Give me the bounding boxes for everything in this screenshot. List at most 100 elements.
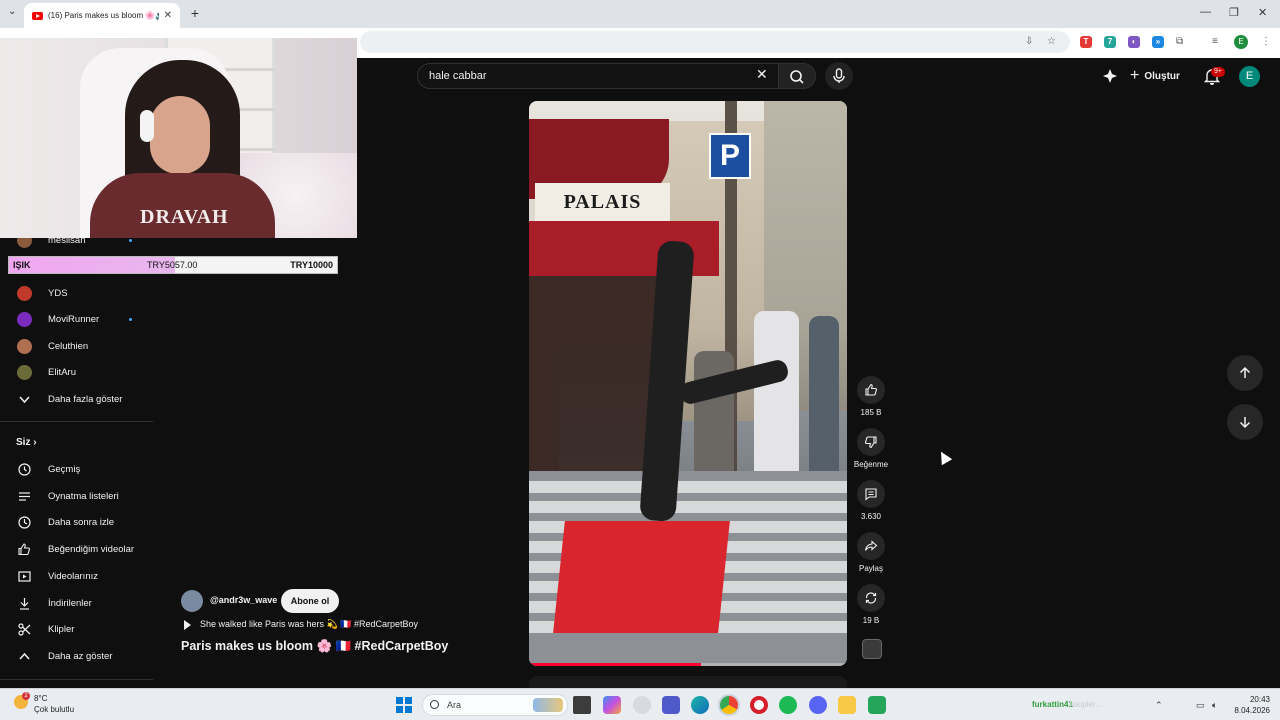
- show-more-button[interactable]: Daha fazla göster: [0, 386, 153, 412]
- extensions-puzzle-icon[interactable]: ⧉: [1176, 36, 1183, 47]
- sidebar-item-label: Klipler: [48, 624, 75, 636]
- subscription-label: YDS: [48, 288, 68, 299]
- video-person: [809, 316, 839, 486]
- task-view-icon[interactable]: [573, 696, 591, 714]
- windows-start-icon[interactable]: [396, 697, 412, 713]
- address-bar[interactable]: [360, 31, 1070, 53]
- restore-icon[interactable]: ❐: [1229, 6, 1239, 19]
- voice-search-button[interactable]: [825, 62, 853, 90]
- clear-search-icon[interactable]: ✕: [756, 66, 768, 83]
- downloads-icon: [20, 597, 29, 610]
- install-app-icon[interactable]: ⇩: [1025, 36, 1033, 47]
- chrome-browser-icon[interactable]: [720, 696, 738, 714]
- dislike-button[interactable]: Beğenme: [854, 428, 888, 469]
- you-section-header[interactable]: Siz ›: [16, 437, 37, 448]
- remix-button[interactable]: 19 B: [856, 584, 886, 625]
- remix-icon: [865, 592, 877, 604]
- channel-avatar: [17, 312, 32, 327]
- extension-red-icon[interactable]: T: [1080, 36, 1092, 48]
- spotify-icon[interactable]: [779, 696, 797, 714]
- ai-sparkle-icon[interactable]: [1101, 67, 1119, 85]
- sidebar-item-liked-videos[interactable]: Beğendiğim videolar: [0, 536, 153, 562]
- new-tab-button[interactable]: +: [186, 5, 204, 23]
- like-button[interactable]: 185 B: [856, 376, 886, 417]
- tab-title: (16) Paris makes us bloom 🌸🔊: [48, 11, 159, 20]
- extension-blue-icon[interactable]: »: [1152, 36, 1164, 48]
- file-explorer-icon[interactable]: [838, 696, 856, 714]
- copilot-icon[interactable]: [603, 696, 621, 714]
- liked-videos-icon: [18, 543, 31, 556]
- create-button[interactable]: + Oluştur: [1130, 67, 1180, 85]
- edge-browser-icon[interactable]: [691, 696, 709, 714]
- reading-list-icon[interactable]: ≡: [1212, 36, 1218, 47]
- opera-browser-icon[interactable]: [750, 696, 768, 714]
- you-section-label: Siz: [16, 437, 31, 448]
- channel-avatar[interactable]: [181, 590, 203, 612]
- channel-name[interactable]: @andr3w_wave: [210, 595, 277, 605]
- sidebar-item-playlists[interactable]: Oynatma listeleri: [0, 483, 153, 509]
- sound-thumbnail[interactable]: [862, 639, 882, 659]
- browser-menu-icon[interactable]: ⋮: [1261, 36, 1271, 47]
- show-less-button[interactable]: Daha az göster: [0, 643, 153, 669]
- share-icon: [864, 540, 878, 551]
- sidebar-divider: [0, 421, 153, 422]
- clock-date: 8.04.2026: [1234, 706, 1270, 715]
- subscribe-button[interactable]: Abone ol: [281, 589, 339, 613]
- short-video-player[interactable]: PALAIS ROYAL P: [529, 101, 847, 666]
- extension-teal-icon[interactable]: 7: [1104, 36, 1116, 48]
- short-title[interactable]: Paris makes us bloom 🌸 🇫🇷 #RedCarpetBoy: [181, 639, 448, 654]
- bookmark-star-icon[interactable]: ☆: [1047, 36, 1056, 47]
- tray-expand-icon[interactable]: ⌃: [1155, 700, 1163, 711]
- subscription-item[interactable]: YDS: [0, 280, 153, 306]
- streamer-face: [150, 96, 210, 174]
- discord-icon[interactable]: [809, 696, 827, 714]
- settings-gear-icon[interactable]: [633, 696, 651, 714]
- subscription-label: ElitAru: [48, 367, 76, 378]
- sidebar-item-label: Geçmiş: [48, 464, 81, 475]
- game-app-icon[interactable]: [868, 696, 886, 714]
- extension-purple-icon[interactable]: ◐: [1128, 36, 1140, 48]
- search-button[interactable]: [778, 63, 816, 89]
- previous-short-button[interactable]: [1227, 355, 1263, 391]
- sidebar-item-clips[interactable]: Klipler: [0, 616, 153, 642]
- plus-icon: +: [1130, 67, 1140, 84]
- tab-search-icon[interactable]: ⌄: [8, 6, 16, 17]
- temperature: 8°C: [34, 694, 48, 703]
- account-avatar[interactable]: E: [1239, 66, 1260, 87]
- weather-widget[interactable]: 8°C Çok bulutlu: [34, 693, 74, 715]
- volume-icon[interactable]: 🔈︎: [1212, 700, 1217, 711]
- new-content-dot: [129, 318, 132, 321]
- search-icon: [790, 70, 804, 84]
- subscription-item[interactable]: Celuthien: [0, 333, 153, 359]
- minimize-icon[interactable]: —: [1200, 6, 1211, 18]
- chevron-right-icon: ›: [33, 437, 37, 448]
- comments-button[interactable]: 3.630: [856, 480, 886, 521]
- tab-close-icon[interactable]: ✕: [164, 10, 172, 21]
- network-icon[interactable]: ▭: [1196, 700, 1205, 711]
- share-button[interactable]: Paylaş: [856, 532, 886, 573]
- subscription-item[interactable]: ElitAru: [0, 359, 153, 385]
- video-progress-fill: [529, 663, 701, 666]
- sidebar-item-watch-later[interactable]: Daha sonra izle: [0, 509, 153, 535]
- taskbar-search-icon: [430, 700, 439, 709]
- browser-tab-active[interactable]: (16) Paris makes us bloom 🌸🔊 ✕: [24, 3, 180, 28]
- close-window-icon[interactable]: ✕: [1258, 6, 1267, 19]
- next-short-button[interactable]: [1227, 404, 1263, 440]
- tray-overlay-text: Takipler...: [1068, 700, 1102, 709]
- subscription-item[interactable]: MoviRunner: [0, 306, 153, 332]
- donation-label: IŞIK: [13, 260, 31, 270]
- short-description[interactable]: She walked like Paris was hers 💫 🇫🇷 #Red…: [200, 619, 418, 630]
- windows-taskbar: 2 8°C Çok bulutlu Ara furkattin41 Takipl…: [0, 688, 1280, 720]
- sidebar-item-downloads[interactable]: İndirilenler: [0, 590, 153, 616]
- system-clock[interactable]: 20:43 8.04.2026: [1228, 694, 1270, 716]
- sidebar-item-history[interactable]: Geçmiş: [0, 456, 153, 482]
- video-cafe-sign: PALAIS ROYAL: [535, 183, 670, 251]
- browser-profile-avatar[interactable]: E: [1234, 35, 1248, 49]
- search-input[interactable]: hale cabbar: [417, 63, 779, 89]
- sidebar-item-your-videos[interactable]: Videolarınız: [0, 563, 153, 589]
- teams-icon[interactable]: [662, 696, 680, 714]
- clips-icon: [18, 623, 31, 636]
- your-videos-icon: [18, 571, 31, 582]
- video-progress-bar[interactable]: [529, 663, 847, 666]
- new-content-dot: [129, 239, 132, 242]
